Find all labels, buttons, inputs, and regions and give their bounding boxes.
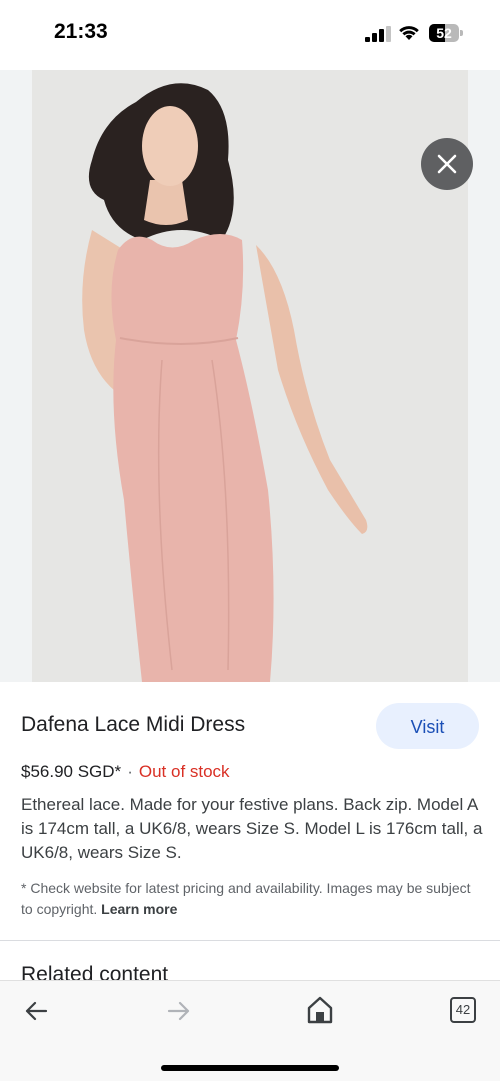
tabs-button[interactable]: 42 — [450, 997, 476, 1023]
price: $56.90 SGD* — [21, 762, 122, 781]
home-icon[interactable] — [306, 995, 334, 1025]
divider — [0, 940, 500, 941]
learn-more-link[interactable]: Learn more — [101, 901, 177, 917]
bottom-navigation: 42 — [0, 980, 500, 1081]
disclaimer-text: * Check website for latest pricing and a… — [21, 880, 471, 917]
separator: · — [127, 762, 133, 781]
image-viewer — [0, 70, 500, 682]
battery-indicator: 52 — [429, 24, 463, 42]
home-indicator[interactable] — [161, 1065, 339, 1071]
close-button[interactable] — [421, 138, 473, 190]
cellular-signal-icon — [365, 26, 391, 42]
forward-arrow-icon[interactable] — [165, 997, 193, 1025]
related-content-heading: Related content — [21, 963, 169, 981]
status-time: 21:33 — [54, 20, 108, 43]
price-line: $56.90 SGD* · Out of stock — [21, 762, 230, 782]
back-arrow-icon[interactable] — [22, 997, 50, 1025]
wifi-icon — [399, 26, 419, 40]
status-bar: 21:33 52 — [0, 0, 500, 68]
stock-status: Out of stock — [138, 762, 230, 781]
product-photo — [32, 70, 468, 682]
product-description: Ethereal lace. Made for your festive pla… — [21, 795, 483, 862]
visit-button[interactable]: Visit — [376, 703, 479, 749]
battery-level: 52 — [436, 25, 452, 41]
disclaimer: * Check website for latest pricing and a… — [21, 878, 483, 920]
close-icon — [437, 154, 457, 174]
product-title: Dafena Lace Midi Dress — [21, 713, 246, 736]
